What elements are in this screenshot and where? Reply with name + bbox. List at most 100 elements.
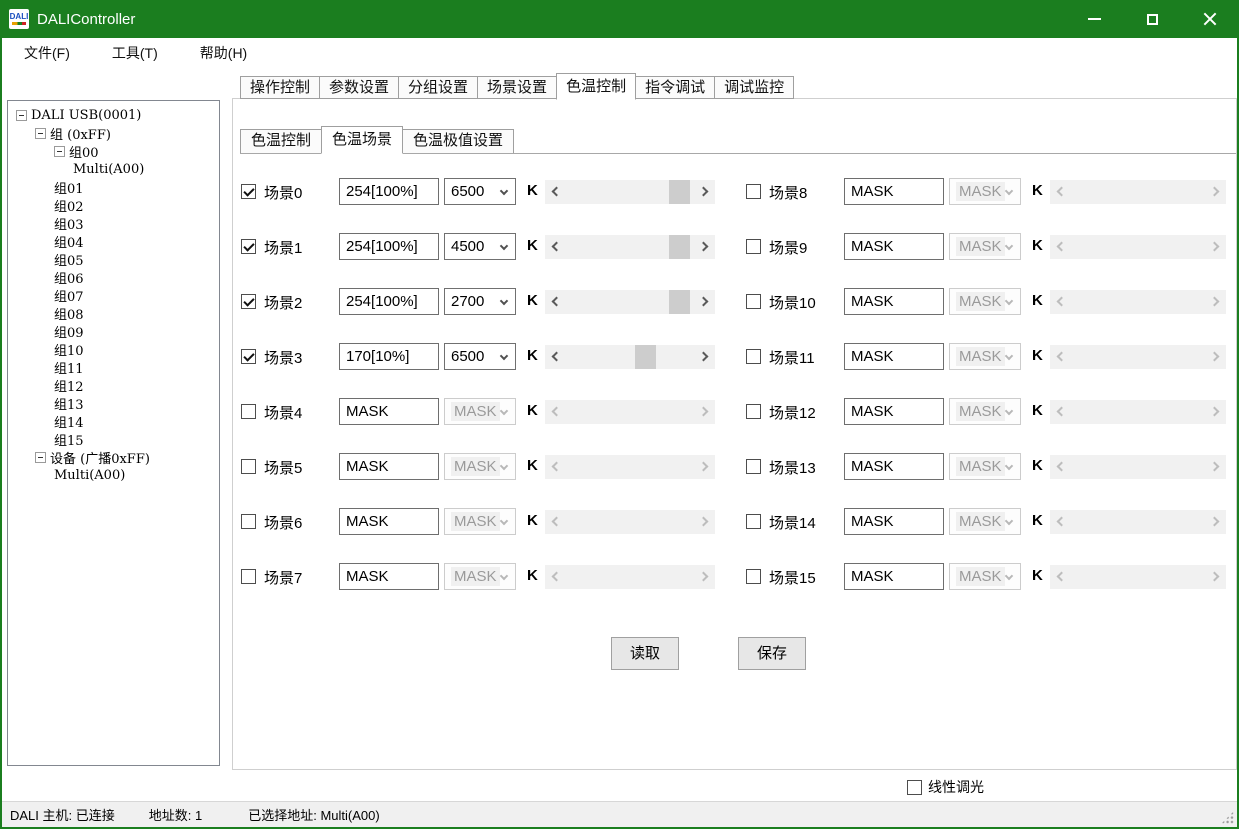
- scene-checkbox[interactable]: [746, 404, 761, 419]
- read-button[interactable]: 读取: [611, 637, 679, 670]
- scene-level-input[interactable]: [844, 233, 944, 260]
- tree-node[interactable]: 设备 (广播0xFF): [8, 448, 219, 466]
- scene-cct-scrollbar[interactable]: [545, 180, 715, 204]
- scene-level-input[interactable]: [844, 178, 944, 205]
- sub-tab-2[interactable]: 色温极值设置: [402, 129, 514, 153]
- resize-grip-icon[interactable]: [1221, 811, 1234, 824]
- tree-node[interactable]: 组14: [8, 412, 219, 430]
- tree-node-label[interactable]: 组01: [54, 178, 84, 197]
- scrollbar-thumb[interactable]: [669, 235, 690, 259]
- scene-cct-select[interactable]: 6500: [444, 178, 516, 205]
- tree-node-label[interactable]: Multi(A00): [73, 162, 144, 177]
- scene-level-input[interactable]: [339, 453, 439, 480]
- scene-level-input[interactable]: [339, 508, 439, 535]
- tree-node[interactable]: 组09: [8, 322, 219, 340]
- scene-checkbox[interactable]: [746, 349, 761, 364]
- tree-expander-icon[interactable]: [35, 452, 46, 463]
- tree-node[interactable]: Multi(A00): [8, 466, 219, 484]
- scene-level-input[interactable]: [844, 343, 944, 370]
- tree-node-label[interactable]: 组14: [54, 412, 84, 431]
- scene-level-input[interactable]: [339, 343, 439, 370]
- tree-expander-icon[interactable]: [16, 110, 27, 121]
- scroll-left-icon[interactable]: [552, 352, 562, 362]
- scene-cct-select[interactable]: MASK: [949, 398, 1021, 425]
- scene-cct-select[interactable]: MASK: [949, 453, 1021, 480]
- close-button[interactable]: [1181, 0, 1239, 38]
- tree-node-label[interactable]: 组15: [54, 430, 84, 449]
- tree-node[interactable]: 组04: [8, 232, 219, 250]
- scroll-left-icon[interactable]: [552, 242, 562, 252]
- tree-node-label[interactable]: 组 (0xFF): [50, 124, 111, 143]
- menu-file[interactable]: 文件(F): [12, 39, 82, 67]
- tree-node-label[interactable]: 组04: [54, 232, 84, 251]
- scroll-right-icon[interactable]: [699, 242, 709, 252]
- main-tab-5[interactable]: 指令调试: [635, 76, 715, 99]
- scene-level-input[interactable]: [844, 563, 944, 590]
- tree-node-label[interactable]: 组02: [54, 196, 84, 215]
- scene-cct-select[interactable]: MASK: [949, 343, 1021, 370]
- scene-cct-scrollbar[interactable]: [545, 290, 715, 314]
- scene-checkbox[interactable]: [241, 459, 256, 474]
- scene-cct-select[interactable]: MASK: [949, 233, 1021, 260]
- tree-node-label[interactable]: 组09: [54, 322, 84, 341]
- scene-checkbox[interactable]: [746, 294, 761, 309]
- scene-cct-select[interactable]: MASK: [949, 563, 1021, 590]
- scene-cct-select[interactable]: 6500: [444, 343, 516, 370]
- scroll-left-icon[interactable]: [552, 187, 562, 197]
- maximize-button[interactable]: [1123, 0, 1181, 38]
- tree-node[interactable]: 组08: [8, 304, 219, 322]
- scene-checkbox[interactable]: [746, 514, 761, 529]
- tree-node-label[interactable]: 组12: [54, 376, 84, 395]
- scene-checkbox[interactable]: [241, 514, 256, 529]
- scene-checkbox[interactable]: [241, 184, 256, 199]
- main-tab-1[interactable]: 参数设置: [319, 76, 399, 99]
- scene-cct-select[interactable]: 4500: [444, 233, 516, 260]
- main-tab-6[interactable]: 调试监控: [714, 76, 794, 99]
- tree-node[interactable]: 组10: [8, 340, 219, 358]
- tree-node[interactable]: 组03: [8, 214, 219, 232]
- scene-level-input[interactable]: [339, 288, 439, 315]
- tree-node-label[interactable]: DALI USB(0001): [31, 108, 141, 123]
- main-tab-4[interactable]: 色温控制: [556, 73, 636, 100]
- scene-checkbox[interactable]: [241, 404, 256, 419]
- scene-level-input[interactable]: [844, 453, 944, 480]
- scene-cct-select[interactable]: MASK: [444, 508, 516, 535]
- main-tab-3[interactable]: 场景设置: [477, 76, 557, 99]
- scroll-right-icon[interactable]: [699, 352, 709, 362]
- tree-node[interactable]: 组05: [8, 250, 219, 268]
- tree-node-label[interactable]: 组06: [54, 268, 84, 287]
- scroll-right-icon[interactable]: [699, 187, 709, 197]
- scene-level-input[interactable]: [339, 233, 439, 260]
- tree-node[interactable]: 组07: [8, 286, 219, 304]
- sub-tab-0[interactable]: 色温控制: [240, 129, 322, 153]
- tree-node[interactable]: 组15: [8, 430, 219, 448]
- scene-cct-scrollbar[interactable]: [545, 235, 715, 259]
- main-tab-0[interactable]: 操作控制: [240, 76, 320, 99]
- scene-checkbox[interactable]: [746, 459, 761, 474]
- tree-node-label[interactable]: 组05: [54, 250, 84, 269]
- scene-level-input[interactable]: [339, 563, 439, 590]
- menu-help[interactable]: 帮助(H): [188, 39, 259, 67]
- scene-checkbox[interactable]: [746, 569, 761, 584]
- tree-node[interactable]: 组11: [8, 358, 219, 376]
- sub-tab-1[interactable]: 色温场景: [321, 126, 403, 154]
- scroll-right-icon[interactable]: [699, 297, 709, 307]
- scene-cct-select[interactable]: MASK: [949, 288, 1021, 315]
- main-tab-2[interactable]: 分组设置: [398, 76, 478, 99]
- scene-checkbox[interactable]: [746, 239, 761, 254]
- scene-cct-select[interactable]: MASK: [444, 398, 516, 425]
- scene-checkbox[interactable]: [241, 239, 256, 254]
- scene-level-input[interactable]: [339, 398, 439, 425]
- minimize-button[interactable]: [1065, 0, 1123, 38]
- scene-checkbox[interactable]: [241, 569, 256, 584]
- tree-node-label[interactable]: 组13: [54, 394, 84, 413]
- scene-cct-select[interactable]: MASK: [949, 508, 1021, 535]
- tree-node[interactable]: 组 (0xFF): [8, 124, 219, 142]
- scene-level-input[interactable]: [844, 288, 944, 315]
- scene-checkbox[interactable]: [241, 349, 256, 364]
- scrollbar-thumb[interactable]: [669, 290, 690, 314]
- tree-node[interactable]: 组00: [8, 142, 219, 160]
- scroll-left-icon[interactable]: [552, 297, 562, 307]
- tree-node[interactable]: 组12: [8, 376, 219, 394]
- scene-checkbox[interactable]: [241, 294, 256, 309]
